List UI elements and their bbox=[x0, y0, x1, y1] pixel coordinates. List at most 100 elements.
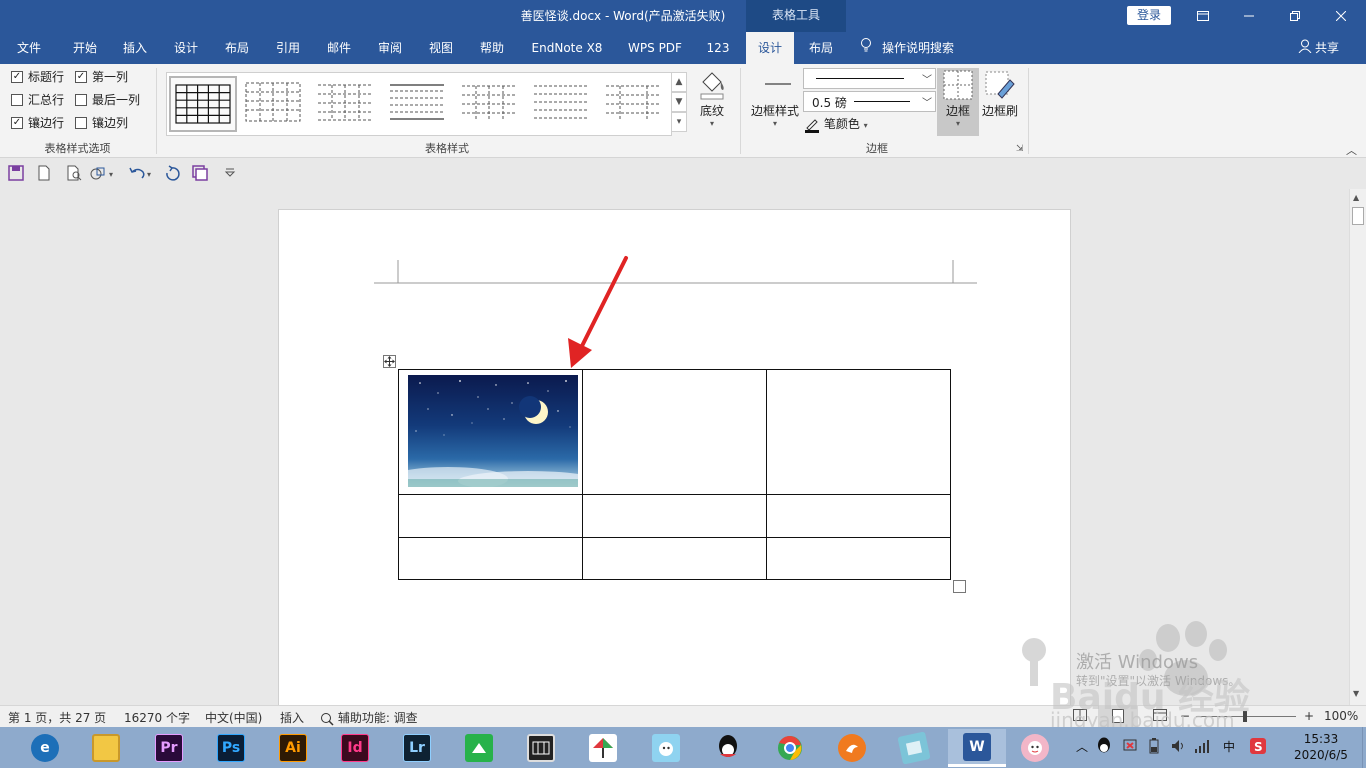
last-column-checkbox[interactable]: 最后一列 bbox=[75, 92, 140, 108]
print-preview-icon[interactable] bbox=[66, 165, 84, 183]
vertical-scrollbar[interactable]: ▲ ▼ bbox=[1349, 189, 1366, 705]
table-style-grid[interactable] bbox=[169, 76, 237, 132]
edge-icon[interactable]: e bbox=[22, 730, 68, 766]
table-cell[interactable] bbox=[766, 494, 951, 538]
qq-icon[interactable] bbox=[705, 730, 751, 766]
web-layout-icon[interactable] bbox=[1153, 709, 1167, 724]
qq-tray-icon[interactable] bbox=[1096, 737, 1112, 758]
table-style-plain-3[interactable] bbox=[385, 76, 453, 132]
scroll-down-icon[interactable]: ▼ bbox=[1353, 689, 1359, 698]
pen-color-button[interactable]: 笔颜色 ▾ bbox=[804, 115, 868, 133]
document-page[interactable] bbox=[278, 209, 1071, 705]
dialog-launcher-icon[interactable]: ⇲ bbox=[1016, 144, 1024, 154]
ribbon-display-icon[interactable] bbox=[1180, 0, 1226, 32]
table-style-plain-4[interactable] bbox=[457, 76, 525, 132]
tab-home[interactable]: 开始 bbox=[62, 32, 108, 64]
close-icon[interactable] bbox=[1318, 0, 1364, 32]
table-style-plain-6[interactable] bbox=[601, 76, 669, 132]
scroll-up-icon[interactable]: ▲ bbox=[1353, 193, 1359, 202]
borders-button[interactable]: 边框 ▾ bbox=[937, 68, 979, 136]
table-style-dashed-grid[interactable] bbox=[241, 76, 309, 132]
network-error-icon[interactable] bbox=[1122, 737, 1138, 758]
read-mode-icon[interactable] bbox=[1073, 709, 1087, 724]
lightroom-icon[interactable]: Lr bbox=[394, 730, 440, 766]
document-area[interactable] bbox=[0, 189, 1349, 705]
first-column-checkbox[interactable]: ✓ 第一列 bbox=[75, 69, 128, 85]
collapse-ribbon-icon[interactable]: ︿ bbox=[1346, 142, 1357, 158]
login-button[interactable]: 登录 bbox=[1127, 6, 1171, 25]
share-button[interactable]: 共享 bbox=[1298, 32, 1339, 64]
zoom-in-icon[interactable]: + bbox=[1304, 709, 1314, 723]
accessibility-checker[interactable]: 辅助功能: 调查 bbox=[320, 709, 418, 726]
tab-insert[interactable]: 插入 bbox=[112, 32, 158, 64]
customize-qat-icon[interactable] bbox=[224, 165, 242, 183]
tab-design[interactable]: 设计 bbox=[163, 32, 209, 64]
system-clock[interactable]: 15:33 2020/6/5 bbox=[1284, 731, 1358, 763]
tab-layout[interactable]: 布局 bbox=[214, 32, 260, 64]
header-row-checkbox[interactable]: ✓ 标题行 bbox=[11, 69, 64, 85]
total-row-checkbox[interactable]: 汇总行 bbox=[11, 92, 64, 108]
indesign-icon[interactable]: Id bbox=[332, 730, 378, 766]
show-hidden-icons[interactable]: ︿ bbox=[1076, 738, 1088, 755]
tab-endnote[interactable]: EndNote X8 bbox=[525, 32, 609, 64]
border-styles-button[interactable]: 边框样式 ▾ bbox=[748, 68, 802, 134]
chrome-icon[interactable] bbox=[767, 730, 813, 766]
signal-icon[interactable] bbox=[1194, 737, 1210, 758]
zoom-level[interactable]: 100% bbox=[1324, 709, 1358, 723]
restore-icon[interactable] bbox=[1272, 0, 1318, 32]
shading-button[interactable]: 底纹 ▾ bbox=[692, 68, 732, 134]
undo-icon[interactable]: ▾ bbox=[128, 165, 158, 183]
orange-app-icon[interactable] bbox=[829, 730, 875, 766]
sogou-ime-icon[interactable]: S bbox=[1249, 737, 1267, 758]
zoom-out-icon[interactable]: − bbox=[1180, 709, 1190, 723]
gallery-scroll-down-icon[interactable]: ▼ bbox=[671, 92, 687, 112]
banded-columns-checkbox[interactable]: 镶边列 bbox=[75, 115, 128, 131]
tab-mailings[interactable]: 邮件 bbox=[316, 32, 362, 64]
line-style-select[interactable]: ﹀ bbox=[803, 68, 936, 89]
night-sky-moon-image[interactable] bbox=[408, 375, 578, 487]
insert-mode[interactable]: 插入 bbox=[280, 709, 304, 726]
table-cell[interactable] bbox=[582, 369, 767, 495]
redo-icon[interactable] bbox=[164, 165, 182, 183]
tab-file[interactable]: 文件 bbox=[6, 32, 52, 64]
save-icon[interactable] bbox=[8, 165, 26, 183]
table-cell[interactable] bbox=[582, 537, 767, 580]
print-layout-icon[interactable] bbox=[1098, 706, 1138, 727]
umbrella-app-icon[interactable] bbox=[580, 730, 626, 766]
table-move-handle-icon[interactable] bbox=[383, 355, 396, 368]
word-icon[interactable]: W bbox=[948, 729, 1006, 767]
illustrator-icon[interactable]: Ai bbox=[270, 730, 316, 766]
tab-references[interactable]: 引用 bbox=[265, 32, 311, 64]
tab-table-design[interactable]: 设计 bbox=[746, 32, 794, 64]
table-resize-handle-icon[interactable] bbox=[953, 580, 966, 593]
show-desktop-button[interactable] bbox=[1362, 727, 1366, 768]
new-document-icon[interactable] bbox=[36, 165, 54, 183]
video-editor-icon[interactable] bbox=[518, 730, 564, 766]
shapes-icon[interactable]: ▾ bbox=[90, 165, 120, 183]
green-app-icon[interactable] bbox=[456, 730, 502, 766]
line-weight-select[interactable]: 0.5 磅 ﹀ bbox=[803, 91, 936, 112]
table-cell-with-image[interactable] bbox=[398, 369, 583, 495]
tab-view[interactable]: 视图 bbox=[418, 32, 464, 64]
page-count[interactable]: 第 1 页，共 27 页 bbox=[8, 709, 106, 726]
table-cell[interactable] bbox=[398, 494, 583, 538]
document-table[interactable] bbox=[398, 369, 951, 580]
gallery-more-icon[interactable]: ▾ bbox=[671, 112, 687, 132]
tab-wps-pdf[interactable]: WPS PDF bbox=[620, 32, 690, 64]
battery-icon[interactable] bbox=[1146, 737, 1162, 758]
premiere-icon[interactable]: Pr bbox=[146, 730, 192, 766]
tab-help[interactable]: 帮助 bbox=[469, 32, 515, 64]
tab-table-layout[interactable]: 布局 bbox=[797, 32, 845, 64]
mascot-app-icon[interactable] bbox=[1012, 730, 1058, 766]
file-explorer-icon[interactable] bbox=[83, 730, 129, 766]
table-cell[interactable] bbox=[766, 537, 951, 580]
zoom-slider-thumb[interactable] bbox=[1243, 711, 1247, 722]
table-cell[interactable] bbox=[582, 494, 767, 538]
ime-indicator[interactable]: 中 bbox=[1223, 738, 1235, 755]
notes-app-icon[interactable] bbox=[891, 730, 937, 766]
tell-me-search[interactable]: 操作说明搜索 bbox=[860, 32, 954, 64]
banded-rows-checkbox[interactable]: ✓ 镶边行 bbox=[11, 115, 64, 131]
volume-icon[interactable] bbox=[1170, 737, 1186, 758]
tab-review[interactable]: 审阅 bbox=[367, 32, 413, 64]
language-indicator[interactable]: 中文(中国) bbox=[205, 709, 262, 726]
